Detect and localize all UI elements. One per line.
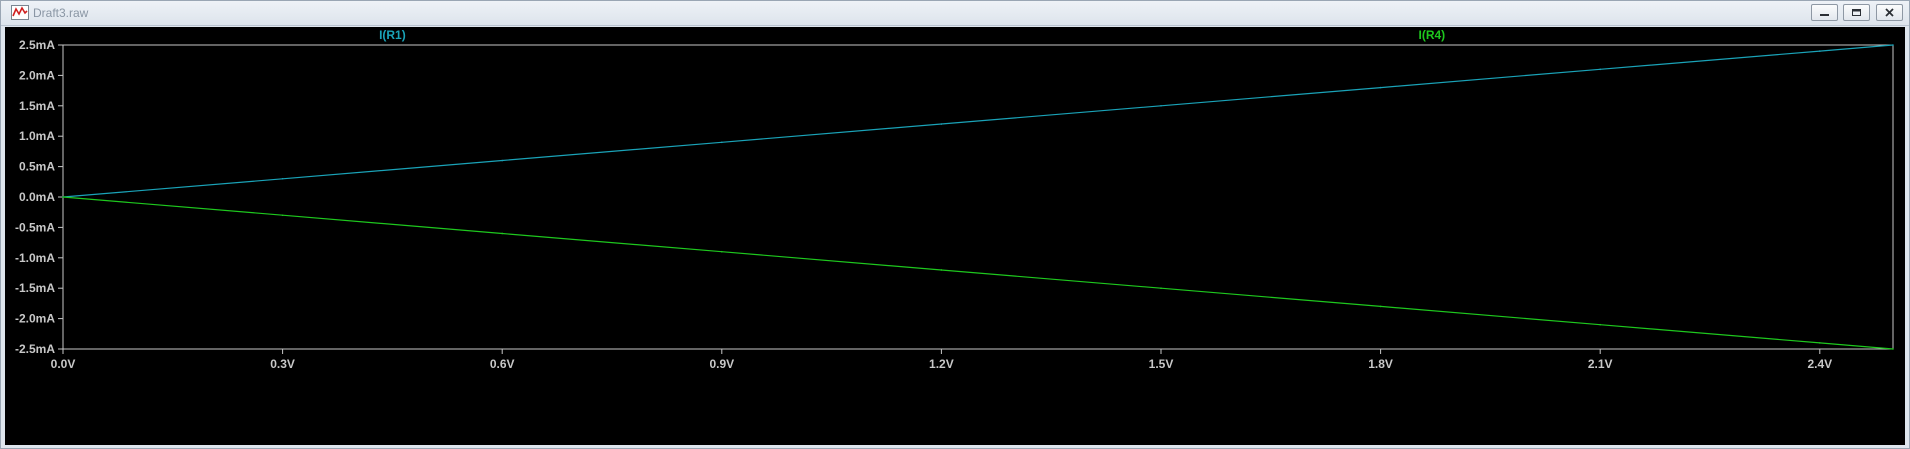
series-line-ir1 xyxy=(62,44,1894,198)
y-tick-label: 0.5mA xyxy=(19,160,55,174)
x-tick-label: 0.6V xyxy=(490,357,515,371)
y-tick-label: 2.5mA xyxy=(19,38,55,52)
data-point xyxy=(1892,44,1894,46)
data-point xyxy=(1160,105,1162,107)
y-tick-label: 2.0mA xyxy=(19,68,55,82)
y-tick-label: -2.5mA xyxy=(15,342,55,356)
data-point xyxy=(1819,342,1821,344)
y-tick-label: 1.0mA xyxy=(19,129,55,143)
data-point xyxy=(501,232,504,235)
restore-button[interactable] xyxy=(1843,4,1870,21)
title-bar[interactable]: Draft3.raw xyxy=(1,1,1909,26)
y-tick-label: -1.5mA xyxy=(15,281,55,295)
data-point xyxy=(281,214,284,217)
data-point xyxy=(1819,50,1821,52)
x-tick-label: 0.0V xyxy=(51,357,76,371)
y-tick-label: -1.0mA xyxy=(15,251,55,265)
data-point xyxy=(1160,287,1162,290)
data-point xyxy=(721,141,723,144)
data-point xyxy=(501,159,504,162)
series-line-ir4 xyxy=(62,196,1894,350)
waveform-app-icon xyxy=(11,5,29,20)
waveform-window: Draft3.raw 2.5mA 2.0mA 1.5mA 1.0mA 0.5mA 0.0m… xyxy=(0,0,1910,449)
series-label: I(R4) xyxy=(1419,28,1446,42)
window-title: Draft3.raw xyxy=(33,6,89,20)
close-icon xyxy=(1885,8,1894,17)
close-button[interactable] xyxy=(1876,4,1903,21)
y-tick-label: 0.0mA xyxy=(19,190,55,204)
y-tick-label: 1.5mA xyxy=(19,99,55,113)
x-tick-label: 1.8V xyxy=(1368,357,1393,371)
data-point xyxy=(62,196,64,198)
data-point xyxy=(1599,68,1601,71)
x-tick-label: 1.5V xyxy=(1149,357,1174,371)
data-point xyxy=(940,123,943,125)
data-point xyxy=(940,269,943,271)
y-tick-label: -2.0mA xyxy=(15,312,55,326)
y-tick-label: -0.5mA xyxy=(15,220,55,234)
minimize-button[interactable] xyxy=(1811,4,1838,21)
x-tick-label: 0.9V xyxy=(709,357,734,371)
data-point xyxy=(1379,86,1382,89)
plot-area-frame xyxy=(62,44,1894,350)
waveform-plot[interactable]: 2.5mA 2.0mA 1.5mA 1.0mA 0.5mA 0.0mA -0.5mA -1.0… xyxy=(5,27,1905,445)
data-point xyxy=(1599,323,1601,326)
data-point xyxy=(1379,305,1382,308)
x-tick-label: 2.4V xyxy=(1807,357,1832,371)
x-tick-label: 2.1V xyxy=(1588,357,1613,371)
plot-pane[interactable]: 2.5mA 2.0mA 1.5mA 1.0mA 0.5mA 0.0mA -0.5mA -1.0… xyxy=(5,27,1905,445)
data-point xyxy=(1892,348,1894,350)
series-label: I(R1) xyxy=(379,28,406,42)
x-tick-label: 0.3V xyxy=(270,357,295,371)
data-point xyxy=(281,177,284,180)
data-point xyxy=(721,250,723,253)
x-tick-label: 1.2V xyxy=(929,357,954,371)
restore-icon xyxy=(1852,9,1861,16)
minimize-icon xyxy=(1820,14,1829,16)
